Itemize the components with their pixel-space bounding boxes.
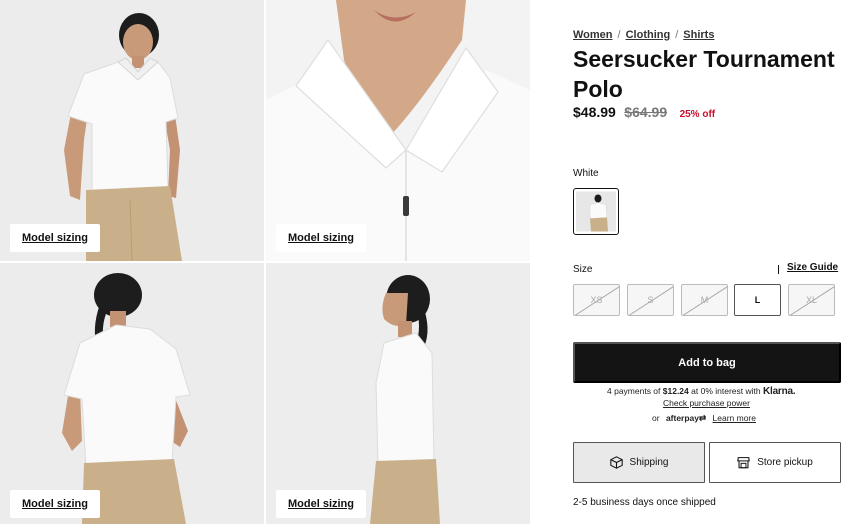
- color-swatch-white[interactable]: [573, 188, 619, 235]
- add-to-bag-button[interactable]: Add to bag: [573, 342, 841, 383]
- size-option-xl[interactable]: XL: [788, 284, 835, 316]
- product-title: Seersucker Tournament Polo: [573, 46, 835, 102]
- swatch-thumbnail: [576, 191, 616, 232]
- afterpay-logo: afterpay⇄: [666, 413, 706, 423]
- sale-price: $48.99: [573, 104, 616, 120]
- collar-closeup-photo: [266, 0, 530, 261]
- breadcrumb-separator: /: [675, 29, 679, 41]
- size-option-label: L: [754, 295, 761, 305]
- original-price: $64.99: [624, 104, 668, 120]
- size-option-label: S: [647, 295, 654, 305]
- product-image-front[interactable]: Model sizing: [0, 0, 264, 261]
- klarna-prefix: 4 payments of: [607, 386, 661, 396]
- size-guide-link[interactable]: Size Guide: [787, 262, 838, 273]
- size-option-label: XL: [805, 295, 817, 305]
- model-sizing-button[interactable]: Model sizing: [10, 224, 100, 252]
- discount-badge: 25% off: [679, 109, 716, 120]
- klarna-suffix: at 0% interest with: [691, 386, 761, 396]
- store-icon: [737, 457, 750, 469]
- afterpay-message: or afterpay⇄ Learn more: [652, 413, 756, 424]
- price-row: $48.99 $64.99 25% off: [573, 104, 715, 122]
- product-image-collar[interactable]: Model sizing: [266, 0, 530, 261]
- learn-more-link[interactable]: Learn more: [713, 413, 756, 423]
- model-sizing-button[interactable]: Model sizing: [10, 490, 100, 518]
- product-image-back[interactable]: Model sizing: [0, 263, 264, 524]
- size-option-label: XS: [590, 295, 603, 305]
- size-option-l[interactable]: L: [734, 284, 781, 316]
- store-pickup-button[interactable]: Store pickup: [709, 442, 841, 483]
- product-image-side[interactable]: Model sizing: [266, 263, 530, 524]
- size-option-xs[interactable]: XS: [573, 284, 620, 316]
- store-pickup-label: Store pickup: [757, 457, 813, 468]
- breadcrumb-shirts[interactable]: Shirts: [683, 29, 714, 41]
- model-sizing-button[interactable]: Model sizing: [276, 490, 366, 518]
- klarna-logo: Klarna.: [762, 386, 796, 397]
- size-option-m[interactable]: M: [681, 284, 728, 316]
- size-option-s[interactable]: S: [627, 284, 674, 316]
- or-label: or: [652, 413, 660, 423]
- size-label: Size: [573, 264, 593, 275]
- size-option-label: M: [700, 295, 709, 305]
- shipping-label: Shipping: [629, 457, 669, 468]
- afterpay-brand: afterpay: [665, 413, 700, 423]
- klarna-message: 4 payments of $12.24 at 0% interest with…: [607, 386, 796, 397]
- color-label: White: [573, 168, 599, 179]
- klarna-amount: $12.24: [662, 386, 689, 396]
- breadcrumb-women[interactable]: Women: [573, 29, 613, 41]
- product-gallery: Model sizing Model sizing Model sizing M…: [0, 0, 531, 524]
- breadcrumb-separator: /: [617, 29, 621, 41]
- shipping-note: 2-5 business days once shipped: [573, 497, 716, 508]
- product-details-panel: Women / Clothing / Shirts Seersucker Tournam…: [573, 0, 841, 524]
- model-back-photo: [0, 263, 264, 524]
- size-divider: [778, 265, 779, 274]
- model-front-photo: [0, 0, 264, 261]
- model-sizing-button[interactable]: Model sizing: [276, 224, 366, 252]
- breadcrumb-clothing[interactable]: Clothing: [626, 29, 671, 41]
- model-side-photo: [266, 263, 530, 524]
- box-icon: [609, 456, 623, 469]
- check-purchase-power-link[interactable]: Check purchase power: [663, 398, 750, 408]
- shipping-option-button[interactable]: Shipping: [573, 442, 705, 483]
- breadcrumb: Women / Clothing / Shirts: [573, 29, 714, 41]
- afterpay-arrows-icon: ⇄: [699, 413, 707, 423]
